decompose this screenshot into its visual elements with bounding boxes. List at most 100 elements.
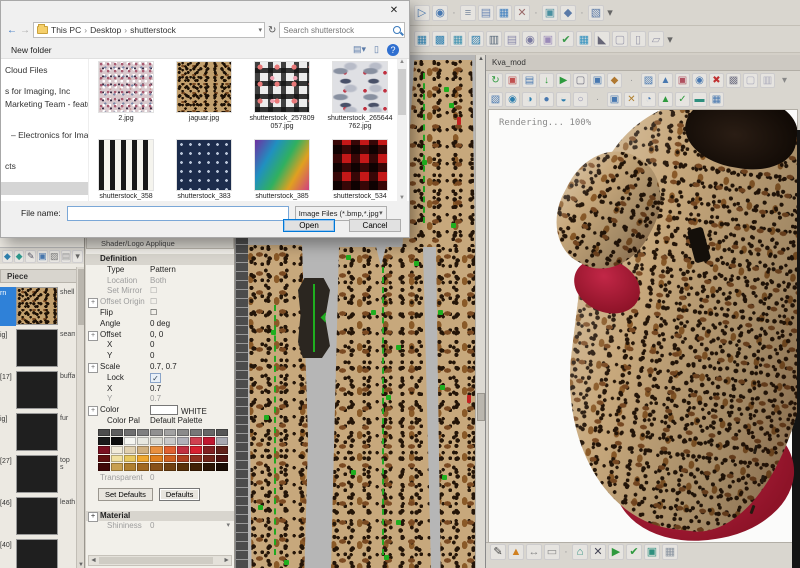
search-icon[interactable]	[393, 26, 401, 34]
sidebar-item[interactable]: s for Imaging, Inc	[1, 86, 88, 99]
piece-thumbnail[interactable]	[16, 413, 58, 451]
palette-swatch[interactable]	[177, 429, 189, 437]
palette-swatch[interactable]	[137, 463, 149, 471]
property-row[interactable]: Lock ✓	[86, 373, 234, 384]
palette-swatch[interactable]	[150, 446, 162, 454]
breadcrumb-item[interactable]: This PC	[51, 25, 81, 35]
property-value[interactable]: 0.7, 0.7	[150, 362, 234, 373]
property-value[interactable]: Default Palette	[150, 416, 234, 427]
palette-swatch[interactable]	[177, 463, 189, 471]
palette-swatch[interactable]	[137, 446, 149, 454]
palette-swatch[interactable]	[216, 455, 228, 463]
palette-swatch[interactable]	[164, 446, 176, 454]
property-value[interactable]: 0, 0	[150, 330, 234, 341]
palette-swatch[interactable]	[150, 455, 162, 463]
toolbar-icon[interactable]: ▾	[666, 31, 674, 47]
toolbar-icon[interactable]: ⌂	[572, 544, 588, 560]
toolbar-icon[interactable]: ▣	[542, 5, 558, 21]
palette-swatch[interactable]	[150, 437, 162, 445]
toolbar-icon[interactable]: ✖	[709, 73, 724, 88]
toolbar-icon[interactable]: ▦	[576, 31, 592, 47]
toolbar-icon[interactable]: ▥	[486, 31, 502, 47]
toolbar-icon[interactable]: ·	[590, 92, 605, 107]
palette-swatch[interactable]	[203, 437, 215, 445]
transparent-value[interactable]: 0	[150, 473, 234, 484]
toolbar-icon[interactable]: ▱	[648, 31, 664, 47]
piece-row[interactable]: [46] leath	[0, 497, 84, 536]
property-value[interactable]: ✓	[150, 373, 161, 383]
toolbar-icon[interactable]: ▥	[760, 73, 775, 88]
toolbar-icon[interactable]: ◉	[505, 92, 520, 107]
property-value[interactable]: ☐	[150, 297, 234, 308]
property-row[interactable]: Color WHITE	[86, 405, 234, 416]
palette-swatch[interactable]	[216, 429, 228, 437]
toolbar-icon[interactable]: ▣	[37, 250, 48, 263]
piece-thumbnail[interactable]	[16, 371, 58, 409]
toolbar-icon[interactable]: ▷	[414, 5, 430, 21]
property-value[interactable]: ☐	[150, 286, 234, 297]
toolbar-icon[interactable]: ◉	[432, 5, 448, 21]
palette-swatch[interactable]	[137, 455, 149, 463]
file-item[interactable]: shutterstock_257809057.jpg	[249, 61, 315, 131]
view-options-icon[interactable]: ▤▾	[353, 44, 366, 55]
file-item[interactable]: 2.jpg	[93, 61, 159, 131]
pattern-piece[interactable]	[331, 247, 431, 568]
palette-swatch[interactable]	[124, 437, 136, 445]
palette-swatch[interactable]	[164, 455, 176, 463]
property-row[interactable]: Set Mirror ☐	[86, 286, 234, 297]
scrollbar-thumb[interactable]	[477, 393, 485, 421]
toolbar-icon[interactable]: ▣	[675, 73, 690, 88]
scroll-left-arrow[interactable]: ◄	[90, 556, 97, 565]
palette-swatch[interactable]	[190, 429, 202, 437]
property-value[interactable]: 0.7	[150, 394, 234, 405]
breadcrumb-chevron-icon[interactable]: ▾	[258, 26, 262, 34]
collar-pattern-piece[interactable]	[298, 278, 330, 358]
property-row[interactable]: X 0	[86, 340, 234, 351]
palette-swatch[interactable]	[98, 446, 110, 454]
toolbar-icon[interactable]: ▣	[540, 31, 556, 47]
back-icon[interactable]: ←	[7, 25, 17, 36]
toolbar-icon[interactable]: ▤	[478, 5, 494, 21]
toolbar-icon[interactable]: ●	[539, 92, 554, 107]
property-value[interactable]: WHITE	[150, 405, 234, 416]
scroll-up-arrow[interactable]: ▲	[476, 56, 485, 62]
toolbar-icon[interactable]: ▣	[590, 73, 605, 88]
toolbar-icon[interactable]: ↔	[526, 544, 542, 560]
palette-swatch[interactable]	[164, 437, 176, 445]
toolbar-icon[interactable]: ▤	[504, 31, 520, 47]
palette-swatch[interactable]	[124, 446, 136, 454]
toolbar-icon[interactable]: ▾	[72, 250, 83, 263]
3d-viewport[interactable]: Rendering... 100%	[488, 109, 798, 543]
palette-swatch[interactable]	[216, 437, 228, 445]
pattern-piece[interactable]	[401, 60, 475, 247]
breadcrumb-item[interactable]: ›	[84, 25, 87, 35]
toolbar-icon[interactable]: ◣	[594, 31, 610, 47]
toolbar-icon[interactable]: ▨	[49, 250, 60, 263]
palette-swatch[interactable]	[111, 455, 123, 463]
toolbar-icon[interactable]: ◆	[560, 5, 576, 21]
piece-row[interactable]: [40]	[0, 539, 84, 568]
toolbar-icon[interactable]: ▣	[607, 92, 622, 107]
property-row[interactable]: Type Pattern	[86, 265, 234, 276]
scroll-right-arrow[interactable]: ►	[223, 556, 230, 565]
property-row[interactable]: Location Both	[86, 276, 234, 287]
toolbar-icon[interactable]: ▲	[658, 92, 673, 107]
palette-swatch[interactable]	[190, 455, 202, 463]
toolbar-icon[interactable]: ✎	[25, 250, 36, 263]
piece-thumbnail[interactable]	[16, 329, 58, 367]
toolbar-icon[interactable]: ▧	[588, 5, 604, 21]
properties-hscrollbar[interactable]: ◄ ►	[88, 555, 232, 566]
toolbar-icon[interactable]: ◉	[522, 31, 538, 47]
palette-swatch[interactable]	[111, 463, 123, 471]
toolbar-icon[interactable]: ·	[562, 544, 570, 560]
new-folder-button[interactable]: New folder	[11, 45, 52, 55]
breadcrumb-item[interactable]: shutterstock	[130, 25, 176, 35]
palette-swatch[interactable]	[203, 455, 215, 463]
toolbar-icon[interactable]: ·	[578, 5, 586, 21]
preview-pane-icon[interactable]: ▯	[374, 44, 379, 55]
toolbar-icon[interactable]: ▾	[606, 5, 614, 21]
toolbar-icon[interactable]: ▤	[522, 73, 537, 88]
toolbar-icon[interactable]: ▣	[644, 544, 660, 560]
breadcrumb-item[interactable]: ›	[124, 25, 127, 35]
toolbar-icon[interactable]: ✔	[558, 31, 574, 47]
